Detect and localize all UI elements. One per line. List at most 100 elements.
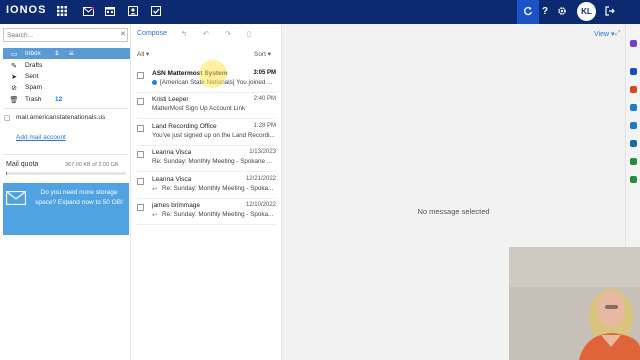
- message-sender: Leanna Visca: [152, 149, 192, 156]
- app-icon[interactable]: [630, 140, 637, 147]
- tasks-icon[interactable]: [149, 4, 163, 18]
- divider: [3, 154, 128, 155]
- contacts-icon[interactable]: [126, 4, 140, 18]
- folder-drafts[interactable]: ✎ Drafts: [3, 60, 130, 71]
- search-clear-icon[interactable]: ✕: [120, 30, 126, 38]
- plus-icon[interactable]: [630, 40, 637, 47]
- reply-all-icon[interactable]: ↶: [203, 30, 209, 38]
- replied-icon: ↩: [152, 212, 158, 219]
- mail-icon[interactable]: [81, 4, 95, 18]
- folder-sent[interactable]: ➤ Sent: [3, 71, 130, 82]
- replied-icon: ↩: [152, 186, 158, 193]
- compose-button[interactable]: Compose: [137, 30, 167, 37]
- message-date: 3:05 PM: [253, 70, 276, 76]
- storage-upgrade-banner[interactable]: Do you need more storage space? Expand n…: [3, 183, 129, 235]
- message-row[interactable]: Leanna Visca 1/13/2023 Re: Sunday: Month…: [131, 145, 282, 171]
- message-row[interactable]: james brimmage 12/10/2022 ↩ Re: Sunday: …: [131, 198, 282, 224]
- forward-icon[interactable]: ↷: [225, 30, 231, 38]
- settings-icon[interactable]: [555, 4, 569, 18]
- ionos-logo[interactable]: IONOS: [6, 4, 46, 16]
- message-checkbox[interactable]: [137, 72, 144, 79]
- calendar-icon[interactable]: [103, 4, 117, 18]
- promo-text: Do you need more storage space? Expand n…: [35, 189, 123, 206]
- mail-account[interactable]: mail.americanstatenationals.us: [16, 114, 105, 121]
- folder-label: Spam: [25, 84, 42, 91]
- message-row[interactable]: Kristi Leeper 2:40 PM MatterMost Sign Up…: [131, 92, 282, 118]
- message-sender: Leanna Visca: [152, 176, 192, 183]
- mail-quota-value: 367.00 KB of 2.00 GB: [65, 162, 119, 168]
- folder-label: Inbox: [25, 50, 41, 57]
- folder-icon: ▢: [4, 115, 11, 122]
- app-icon[interactable]: [630, 176, 637, 183]
- envelope-icon: [5, 190, 27, 206]
- reply-icon[interactable]: ↰: [181, 30, 187, 38]
- quota-progress-bar: [6, 172, 126, 175]
- chevron-down-icon: ▾: [611, 31, 615, 38]
- trash-icon: 🗑: [9, 96, 19, 104]
- hamburger-menu-icon[interactable]: ≡: [69, 49, 74, 58]
- folder-label: Trash: [25, 96, 42, 103]
- spam-icon: ⊘: [11, 84, 17, 92]
- sync-icon[interactable]: [521, 4, 535, 18]
- search-input[interactable]: [3, 28, 128, 42]
- message-sender: james brimmage: [152, 202, 201, 209]
- drafts-icon: ✎: [11, 62, 17, 70]
- sort-dropdown[interactable]: Sort ▾: [254, 50, 271, 58]
- tag-icon[interactable]: [630, 68, 637, 75]
- message-subject: Re: Sunday: Monthly Meeting - Spokane ..…: [152, 158, 273, 165]
- chevron-down-icon: ▾: [146, 51, 150, 58]
- divider: [137, 224, 277, 225]
- apps-grid-icon[interactable]: [55, 4, 69, 18]
- folder-spam[interactable]: ⊘ Spam: [3, 82, 130, 93]
- sort-label: Sort: [254, 51, 266, 58]
- message-subject: You've just signed up on the Land Record…: [152, 132, 275, 139]
- webcam-overlay: [509, 247, 640, 360]
- message-row[interactable]: Leanna Visca 12/21/2022 ↩ Re: Sunday: Mo…: [131, 172, 282, 198]
- message-checkbox[interactable]: [137, 98, 144, 105]
- folder-label: Sent: [25, 73, 39, 80]
- folder-trash[interactable]: 🗑 Trash 12: [3, 94, 130, 105]
- message-subject: Re: Sunday: Monthly Meeting - Spoka...: [162, 211, 274, 218]
- folder-label: Drafts: [25, 62, 43, 69]
- message-date: 12/21/2022: [245, 176, 276, 182]
- message-checkbox[interactable]: [137, 151, 144, 158]
- message-subject: Re: Sunday: Monthly Meeting - Spoka...: [162, 185, 274, 192]
- message-date: 1:28 PM: [253, 123, 276, 129]
- mail-quota-label: Mail quota: [6, 161, 39, 168]
- view-label: View: [594, 31, 610, 38]
- empty-state-text: No message selected: [417, 207, 490, 216]
- folder-pane: ✕ ▭ Inbox 1 ≡ ✎ Drafts ➤ Sent ⊘ Spam 🗑 T…: [0, 24, 131, 360]
- message-subject: MatterMost Sign Up Account Link: [152, 105, 246, 112]
- message-checkbox[interactable]: [137, 125, 144, 132]
- app-icon[interactable]: [630, 158, 637, 165]
- message-row[interactable]: Land Recording Office 1:28 PM You've jus…: [131, 119, 282, 145]
- message-checkbox[interactable]: [137, 178, 144, 185]
- logout-icon[interactable]: [603, 4, 617, 18]
- delete-icon[interactable]: ▯: [247, 30, 251, 38]
- message-date: 2:40 PM: [253, 96, 276, 102]
- app-icon[interactable]: [630, 122, 637, 129]
- avatar[interactable]: KL: [577, 2, 596, 21]
- app-icon[interactable]: [630, 86, 637, 93]
- divider: [3, 108, 128, 109]
- top-bar: IONOS ? KL: [0, 0, 640, 24]
- expand-icon[interactable]: ⤢: [615, 30, 621, 38]
- message-sender: Land Recording Office: [152, 123, 217, 130]
- folder-inbox[interactable]: ▭ Inbox 1 ≡: [3, 48, 130, 59]
- unread-dot-icon: [152, 80, 157, 85]
- message-sender: Kristi Leeper: [152, 96, 189, 103]
- message-checkbox[interactable]: [137, 204, 144, 211]
- add-mail-account-link[interactable]: Add mail account: [16, 134, 66, 141]
- sent-icon: ➤: [11, 73, 17, 81]
- chevron-down-icon: ▾: [267, 51, 271, 58]
- cursor-highlight: [199, 60, 227, 88]
- inbox-icon: ▭: [10, 50, 18, 58]
- presenter-image: [509, 247, 640, 360]
- filter-dropdown[interactable]: All ▾: [137, 50, 149, 58]
- webmail-window: IONOS ? KL ✕ ▭: [0, 0, 640, 360]
- help-icon[interactable]: ?: [538, 4, 552, 18]
- app-icon[interactable]: [630, 104, 637, 111]
- trash-count-badge: 12: [55, 96, 63, 103]
- view-dropdown[interactable]: View ▾: [594, 30, 615, 38]
- message-date: 12/10/2022: [245, 202, 276, 208]
